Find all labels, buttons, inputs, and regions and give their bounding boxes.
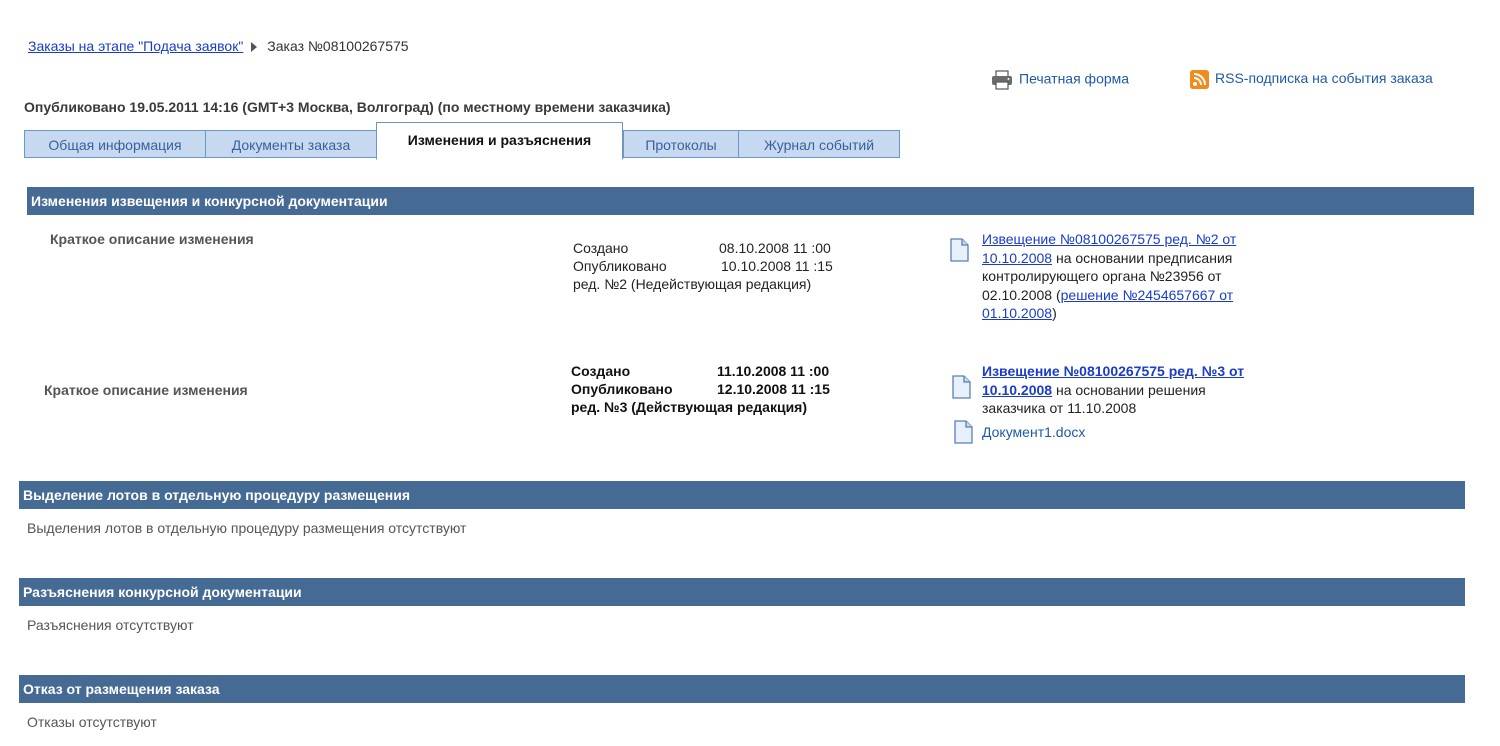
lots-empty-message: Выделения лотов в отдельную процедуру ра… [27,520,467,536]
change-description: Краткое описание изменения [50,231,254,247]
section-header-clarifications: Разъяснения конкурсной документации [19,578,1465,606]
notice-edition-3: Извещение №08100267575 ред. №3 от 10.10.2… [982,363,1245,416]
tab-general-info[interactable]: Общая информация [24,130,206,158]
change-meta: Создано 11.10.2008 11 :00 Опубликовано 12.… [571,363,830,415]
document-icon [952,375,971,399]
print-form-link[interactable]: Печатная форма [991,70,1129,90]
chevron-right-icon [251,42,258,53]
attachment-link[interactable]: Документ1.docx [982,424,1085,440]
section-header-changes: Изменения извещения и конкурсной докумен… [27,187,1474,215]
document-icon [954,420,973,444]
breadcrumb-current: Заказ №08100267575 [267,38,409,54]
document-icon [950,238,969,262]
tab-order-documents[interactable]: Документы заказа [205,130,377,158]
section-header-lots: Выделение лотов в отдельную процедуру ра… [19,481,1465,509]
tab-event-log[interactable]: Журнал событий [738,130,900,158]
change-description: Краткое описание изменения [44,382,248,398]
published-date: Опубликовано 19.05.2011 14:16 (GMT+3 Мос… [24,99,671,115]
tab-protocols[interactable]: Протоколы [623,130,739,158]
print-form-label: Печатная форма [1019,70,1130,87]
refusal-empty-message: Отказы отсутствуют [27,714,157,730]
notice-edition-2: Извещение №08100267575 ред. №2 от 10.10.2… [982,231,1237,321]
rss-subscribe-link[interactable]: RSS-подписка на события заказа [1190,70,1433,89]
rss-subscribe-label: RSS-подписка на события заказа [1215,70,1433,87]
printer-icon [992,70,1012,90]
rss-icon [1190,70,1209,89]
breadcrumb-link-orders[interactable]: Заказы на этапе "Подача заявок" [28,38,243,54]
change-meta: Создано 08.10.2008 11 :00 Опубликовано 10.… [573,240,833,292]
breadcrumb: Заказы на этапе "Подача заявок" Заказ №08… [28,38,409,54]
section-header-refusal: Отказ от размещения заказа [19,675,1465,703]
tab-changes-clarifications[interactable]: Изменения и разъяснения [376,122,623,160]
clarifications-empty-message: Разъяснения отсутствуют [27,617,194,633]
